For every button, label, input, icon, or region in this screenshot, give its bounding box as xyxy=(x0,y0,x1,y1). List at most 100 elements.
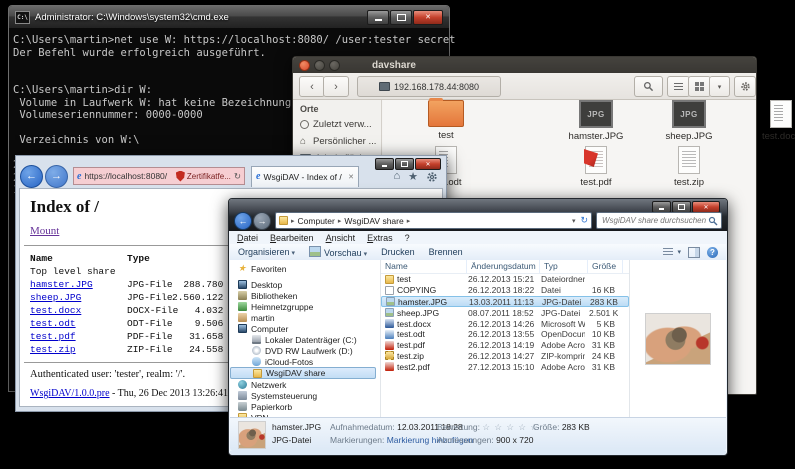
forward-button[interactable]: → xyxy=(253,212,271,230)
sidebar-item-wsgidav-share[interactable]: WsgiDAV share xyxy=(230,367,376,379)
organize-button[interactable]: Organisieren▾ xyxy=(238,247,295,257)
sidebar-item-computer[interactable]: Computer xyxy=(230,323,380,334)
menu-item-bearbeiten[interactable]: Bearbeiten xyxy=(270,233,314,243)
file-link-test-zip[interactable]: test.zip xyxy=(30,343,76,356)
file-test-zip[interactable]: test.zip xyxy=(647,146,731,188)
sidebar-item-pers-nlicher[interactable]: ⌂Persönlicher ... xyxy=(300,136,381,147)
file-size: 16 KB xyxy=(585,285,618,295)
sidebar-item-dvd-rw-laufwerk-d[interactable]: DVD RW Laufwerk (D:) xyxy=(230,345,380,356)
sidebar-item-icloud-fotos[interactable]: iCloud-Fotos xyxy=(230,356,380,367)
column-header-name[interactable]: Name xyxy=(381,260,467,273)
burn-button[interactable]: Brennen xyxy=(429,247,463,257)
file-type: JPG-Datei xyxy=(538,297,586,307)
search-box[interactable] xyxy=(596,212,722,229)
sidebar-item-bibliotheken[interactable]: Bibliotheken xyxy=(230,290,380,301)
address-dropdown-caret[interactable]: ▾ xyxy=(572,217,576,225)
file-test-docx[interactable]: test.docx xyxy=(739,100,795,142)
forward-button[interactable]: › xyxy=(323,76,349,97)
table-row-test-zip[interactable]: test.zip26.12.2013 14:27ZIP-komprimierte… xyxy=(381,351,629,362)
file-type: JPG-File xyxy=(127,278,173,291)
table-row-test-docx[interactable]: test.docx26.12.2013 14:26Microsoft Word … xyxy=(381,318,629,329)
search-button[interactable] xyxy=(634,76,663,97)
back-button[interactable]: ‹ xyxy=(299,76,325,97)
menu-item-datei[interactable]: Datei xyxy=(237,233,258,243)
table-row-test[interactable]: test26.12.2013 15:21Dateiordner xyxy=(381,274,629,285)
file-hamster-jpg[interactable]: JPGhamster.JPG xyxy=(554,100,638,142)
file-name-cell: test.zip xyxy=(381,351,464,361)
file-size: 31 KB xyxy=(585,362,618,372)
print-button[interactable]: Drucken xyxy=(381,247,415,257)
breadcrumb-computer[interactable]: Computer xyxy=(298,216,335,226)
mount-link[interactable]: Mount xyxy=(30,225,59,237)
list-view-button[interactable] xyxy=(667,76,690,97)
menu-item-ansicht[interactable]: Ansicht xyxy=(326,233,356,243)
cmd-titlebar[interactable]: C:\ Administrator: C:\Windows\system32\c… xyxy=(9,6,449,28)
maximize-button[interactable] xyxy=(329,60,340,71)
nautilus-titlebar[interactable]: davshare xyxy=(293,57,756,73)
home-button[interactable]: ⌂ xyxy=(393,170,400,183)
help-button[interactable]: ? xyxy=(707,247,718,258)
sidebar-item-papierkorb[interactable]: Papierkorb xyxy=(230,401,380,412)
grid-view-button[interactable] xyxy=(688,76,711,97)
preview-pane-toggle[interactable] xyxy=(688,247,700,258)
sidebar-item-heimnetzgruppe[interactable]: Heimnetzgruppe xyxy=(230,301,380,312)
sidebar-item-favoriten[interactable]: ★Favoriten xyxy=(230,263,380,274)
sidebar-item-netzwerk[interactable]: Netzwerk xyxy=(230,379,380,390)
table-row-hamster-jpg[interactable]: hamster.JPG13.03.2011 11:13JPG-Datei283 … xyxy=(381,296,629,308)
file-name-cell: test2.pdf xyxy=(381,362,464,372)
forward-button[interactable]: → xyxy=(45,165,68,188)
search-input[interactable] xyxy=(600,215,708,226)
jpg-file-icon: JPG xyxy=(579,100,613,128)
breadcrumb[interactable]: ▸ Computer ▸ WsgiDAV share ▸ ▾ ↻ xyxy=(275,212,592,229)
close-button[interactable] xyxy=(299,60,310,71)
file-link-sheep-jpg[interactable]: sheep.JPG xyxy=(30,291,81,304)
back-button[interactable]: ← xyxy=(234,212,252,230)
breadcrumb-share[interactable]: WsgiDAV share xyxy=(344,216,403,226)
file-link-hamster-jpg[interactable]: hamster.JPG xyxy=(30,278,93,291)
file-link-test-docx[interactable]: test.docx xyxy=(30,304,81,317)
sidebar-item-lokaler-datentr-ger-c[interactable]: Lokaler Datenträger (C:) xyxy=(230,334,380,345)
sidebar-item-martin[interactable]: martin xyxy=(230,312,380,323)
minimize-button[interactable] xyxy=(314,60,325,71)
browser-tab[interactable]: e WsgiDAV - Index of / ✕ xyxy=(251,166,359,187)
file-name: test.pdf xyxy=(397,340,425,350)
column-header-gr-e[interactable]: Größe xyxy=(588,260,623,273)
column-header-typ[interactable]: Typ xyxy=(540,260,588,273)
sidebar-item-zuletzt-verw[interactable]: Zuletzt verw... xyxy=(300,119,381,130)
details-rating[interactable]: Bewertung: ☆ ☆ ☆ ☆ ☆ xyxy=(437,422,539,433)
file-test[interactable]: test xyxy=(404,100,488,141)
maximize-button[interactable] xyxy=(390,10,412,25)
back-button[interactable]: ← xyxy=(20,165,43,188)
gear-menu-button[interactable] xyxy=(734,76,756,97)
file-link-test-odt[interactable]: test.odt xyxy=(30,317,76,330)
favorites-button[interactable]: ★ xyxy=(408,170,418,183)
tab-close-icon[interactable]: ✕ xyxy=(348,173,354,181)
table-row-test-odt[interactable]: test.odt26.12.2013 13:55OpenDocument T..… xyxy=(381,329,629,340)
table-row-sheep-jpg[interactable]: sheep.JPG08.07.2011 18:52JPG-Datei2.501 … xyxy=(381,307,629,318)
table-row-copying[interactable]: COPYING26.12.2013 18:22Datei16 KB xyxy=(381,285,629,296)
column-header-nderungsdatum[interactable]: Änderungsdatum xyxy=(467,260,540,273)
zoom-menu-button[interactable]: ▾ xyxy=(709,76,730,97)
sidebar-item-desktop[interactable]: Desktop xyxy=(230,279,380,290)
refresh-button[interactable]: ↻ xyxy=(580,215,588,226)
location-button[interactable]: 192.168.178.44:8080 xyxy=(357,76,501,97)
sidebar-item-systemsteuerung[interactable]: Systemsteuerung xyxy=(230,390,380,401)
table-row-test2-pdf[interactable]: test2.pdf27.12.2013 15:10Adobe Acrobat D… xyxy=(381,361,629,372)
minimize-button[interactable] xyxy=(367,10,389,25)
file-link-test-pdf[interactable]: test.pdf xyxy=(30,330,76,343)
close-button[interactable]: ✕ xyxy=(413,10,443,25)
change-view-button[interactable]: ▾ xyxy=(663,248,681,257)
wsgidav-version-link[interactable]: WsgiDAV/1.0.0.pre xyxy=(30,388,110,399)
address-bar[interactable]: e https://localhost:8080/ Zertifikatfe..… xyxy=(73,167,245,185)
disk-icon xyxy=(252,335,261,344)
settings-gear-icon[interactable] xyxy=(426,171,438,183)
menu-item-[interactable]: ? xyxy=(405,233,410,243)
preview-button[interactable]: Vorschau▾ xyxy=(309,246,367,258)
file-test-pdf[interactable]: test.pdf xyxy=(554,146,638,188)
file-sheep-jpg[interactable]: JPGsheep.JPG xyxy=(647,100,731,142)
cmd-window-title: Administrator: C:\Windows\system32\cmd.e… xyxy=(35,12,362,23)
table-row-test-pdf[interactable]: test.pdf26.12.2013 14:19Adobe Acrobat D.… xyxy=(381,340,629,351)
refresh-button[interactable]: ↻ xyxy=(234,171,241,182)
certificate-error-button[interactable]: Zertifikatfe... xyxy=(176,171,231,182)
menu-item-extras[interactable]: Extras xyxy=(367,233,393,243)
